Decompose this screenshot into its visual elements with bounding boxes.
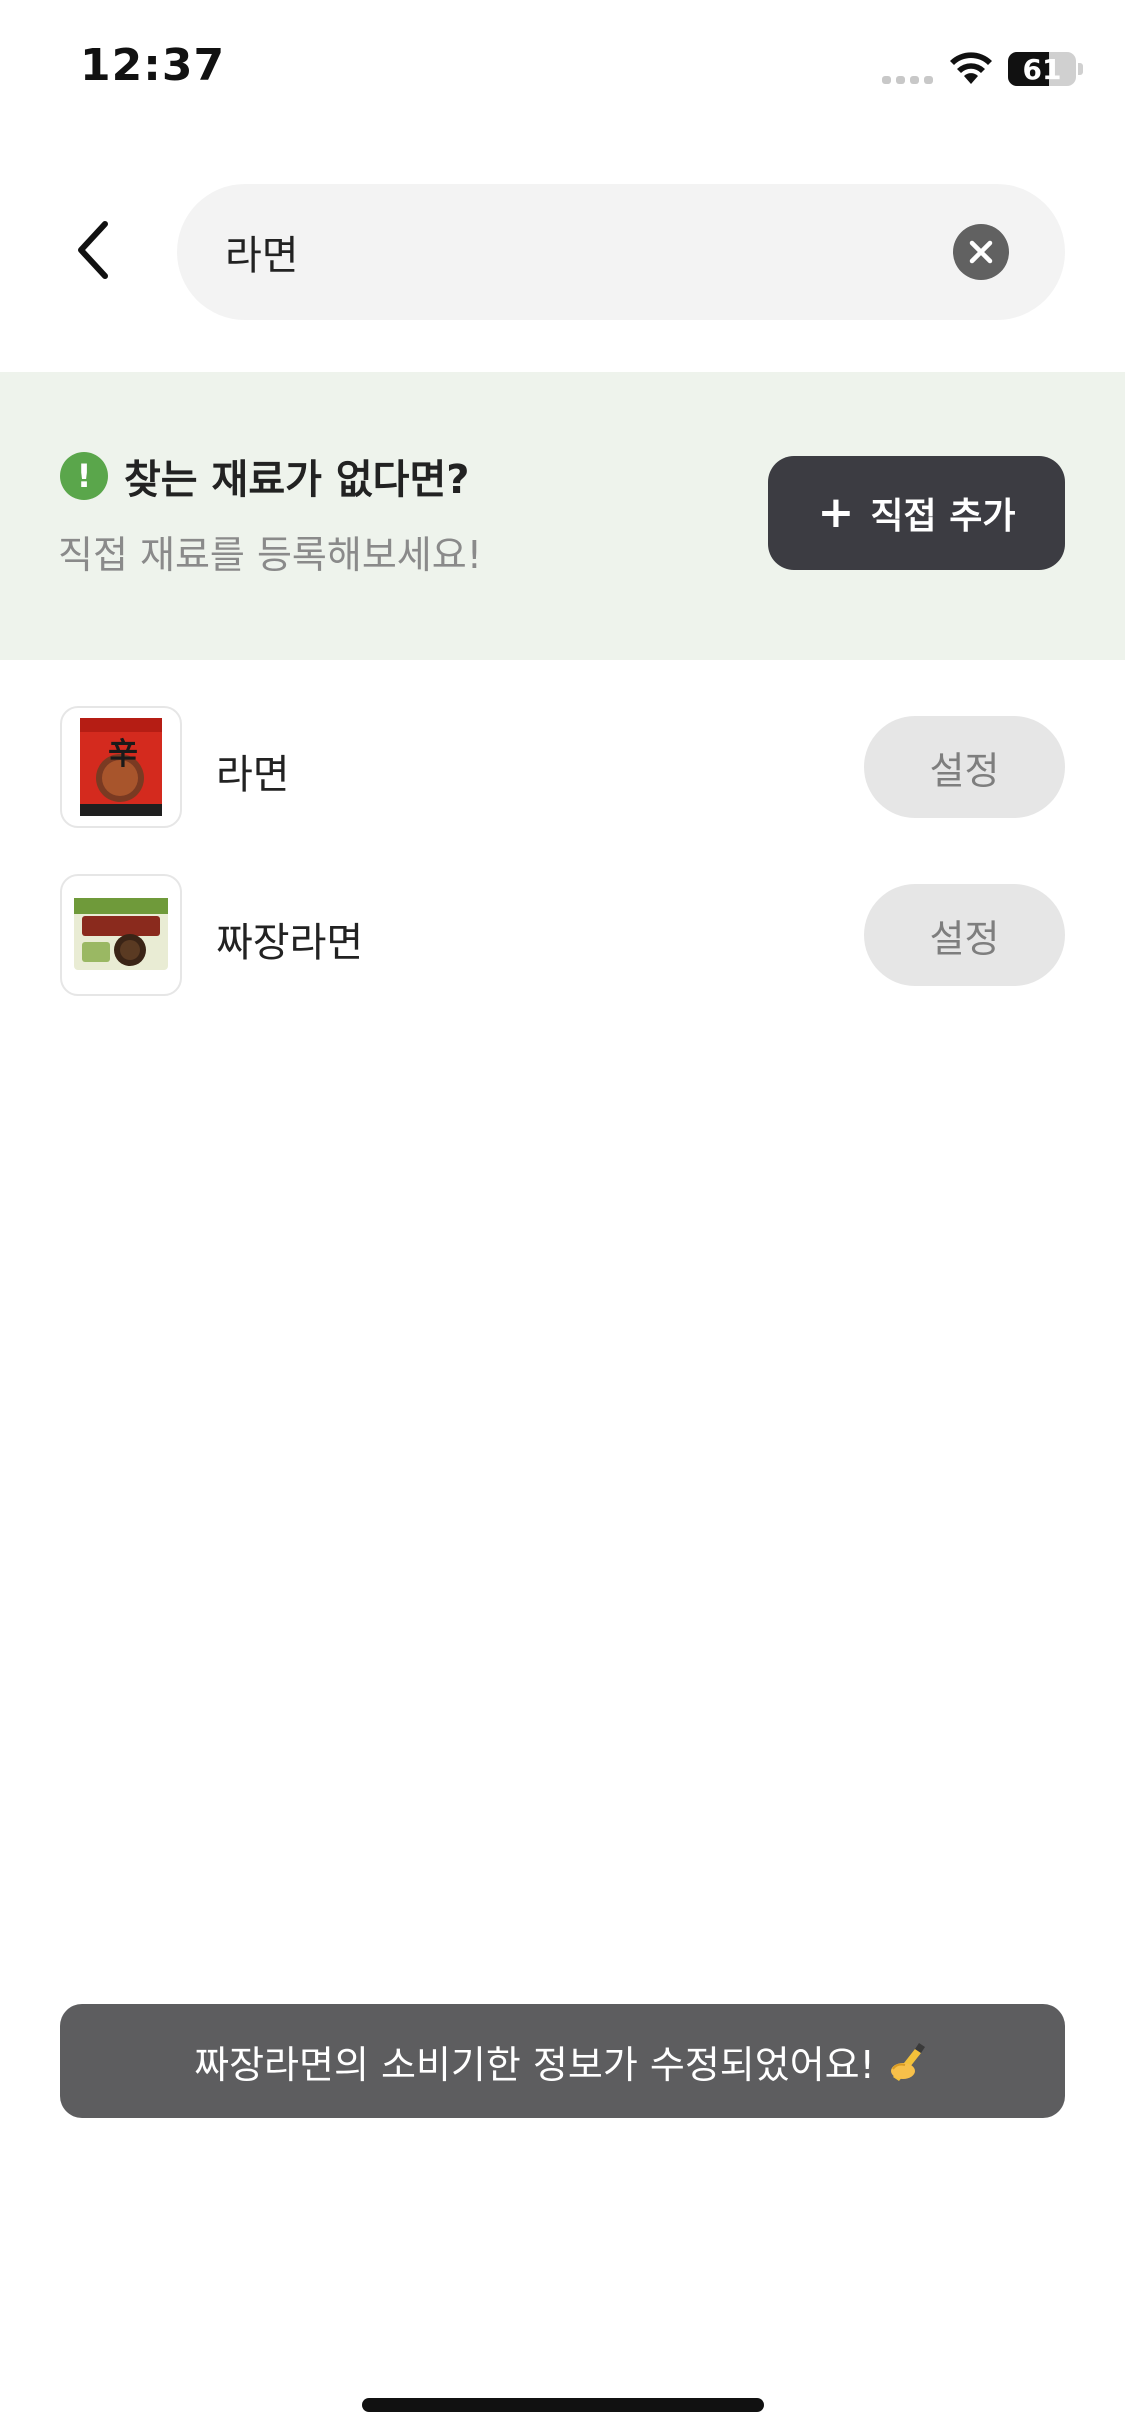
item-name: 라면 (216, 752, 290, 798)
banner-subtitle: 직접 재료를 등록해보세요! (58, 533, 482, 577)
add-ingredient-button[interactable]: + 직접 추가 (768, 456, 1065, 570)
list-item[interactable]: 짜장라면 설정 (0, 874, 1125, 996)
jjajang-ramen-package-icon (60, 874, 182, 996)
clear-search-button[interactable] (953, 224, 1009, 280)
battery-cap (1078, 63, 1083, 75)
search-box (177, 184, 1065, 320)
svg-text:辛: 辛 (108, 737, 138, 772)
writing-hand-icon (890, 2043, 925, 2081)
status-time: 12:37 (80, 40, 226, 91)
banner-title-row: ! 찾는 재료가 없다면? (60, 448, 469, 504)
toast-text: 짜장라면의 소비기한 정보가 수정되었어요! (194, 2042, 875, 2087)
close-icon (969, 240, 993, 264)
toast-message: 짜장라면의 소비기한 정보가 수정되었어요! (60, 2004, 1065, 2118)
add-ingredient-banner: ! 찾는 재료가 없다면? 직접 재료를 등록해보세요! + 직접 추가 (0, 372, 1125, 660)
set-button[interactable]: 설정 (864, 884, 1065, 986)
status-bar: 12:37 61 (0, 0, 1125, 140)
add-ingredient-label: 직접 추가 (870, 496, 1016, 537)
ramen-package-icon: 辛 (60, 706, 182, 828)
battery-level-text: 61 (1022, 52, 1062, 86)
chevron-left-icon (78, 221, 108, 279)
search-input[interactable] (225, 184, 905, 320)
battery-icon: 61 (1008, 52, 1076, 86)
exclamation-circle-icon: ! (60, 452, 108, 500)
cellular-signal-icon (882, 76, 934, 84)
back-button[interactable] (60, 210, 126, 290)
set-button[interactable]: 설정 (864, 716, 1065, 818)
list-item[interactable]: 辛 라면 설정 (0, 706, 1125, 828)
home-indicator[interactable] (362, 2398, 764, 2412)
banner-title: 찾는 재료가 없다면? (124, 457, 470, 503)
plus-icon: + (817, 487, 855, 538)
wifi-icon (950, 52, 992, 84)
item-name: 짜장라면 (216, 920, 364, 966)
